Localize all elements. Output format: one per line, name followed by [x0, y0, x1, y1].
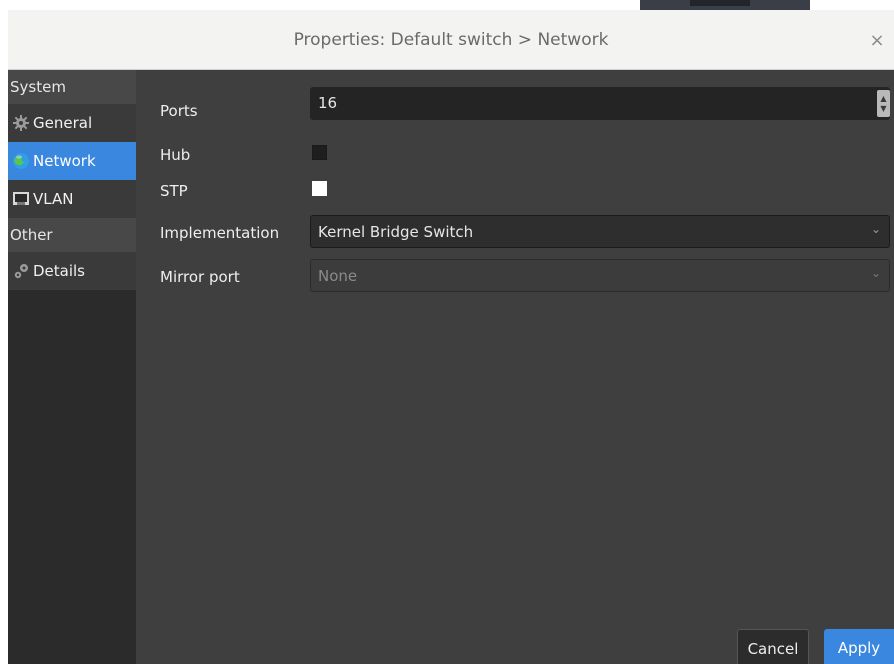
chevron-down-icon: ⌄	[870, 266, 881, 280]
sidebar-item-label: Details	[33, 262, 86, 280]
background-window	[640, 0, 810, 10]
sidebar-item-details[interactable]: Details	[8, 252, 136, 290]
hub-label: Hub	[160, 146, 191, 164]
sidebar: System General Network VLAN Other Detail…	[8, 70, 136, 664]
network-form: Ports 16 ▲ ▼ Hub STP Implementation Kerne…	[136, 70, 894, 664]
hub-checkbox[interactable]	[312, 145, 327, 160]
mirror-port-value: None	[318, 267, 358, 285]
sidebar-header-other: Other	[8, 218, 136, 252]
implementation-select[interactable]: Kernel Bridge Switch ⌄	[310, 215, 890, 248]
sidebar-item-network[interactable]: Network	[8, 142, 136, 180]
implementation-value: Kernel Bridge Switch	[318, 223, 474, 241]
network-card-icon	[11, 190, 31, 208]
sidebar-item-general[interactable]: General	[8, 104, 136, 142]
gears-icon	[11, 262, 31, 280]
mirror-port-select[interactable]: None ⌄	[310, 259, 890, 292]
title-bar[interactable]: Properties: Default switch > Network ×	[8, 10, 894, 70]
close-button[interactable]: ×	[866, 30, 888, 52]
ports-spinbox[interactable]: 16 ▲ ▼	[310, 87, 890, 120]
apply-button[interactable]: Apply	[824, 629, 894, 664]
sidebar-item-label: General	[33, 114, 93, 132]
ports-label: Ports	[160, 102, 198, 120]
background-strip	[0, 0, 894, 10]
gear-icon	[11, 114, 31, 132]
properties-dialog: Properties: Default switch > Network × S…	[8, 10, 894, 664]
sidebar-item-label: VLAN	[33, 190, 74, 208]
ports-value[interactable]: 16	[318, 94, 337, 112]
stp-label: STP	[160, 182, 188, 200]
window-title: Properties: Default switch > Network	[293, 30, 609, 50]
sidebar-header-system: System	[8, 70, 136, 104]
globe-icon	[11, 152, 31, 170]
mirror-port-label: Mirror port	[160, 268, 240, 286]
implementation-label: Implementation	[160, 224, 280, 242]
spin-arrows-icon[interactable]: ▲ ▼	[877, 90, 890, 117]
sidebar-item-label: Network	[33, 152, 96, 170]
sidebar-item-vlan[interactable]: VLAN	[8, 180, 136, 218]
cancel-button[interactable]: Cancel	[737, 629, 809, 664]
stp-checkbox[interactable]	[312, 181, 327, 196]
chevron-down-icon: ⌄	[870, 222, 881, 236]
